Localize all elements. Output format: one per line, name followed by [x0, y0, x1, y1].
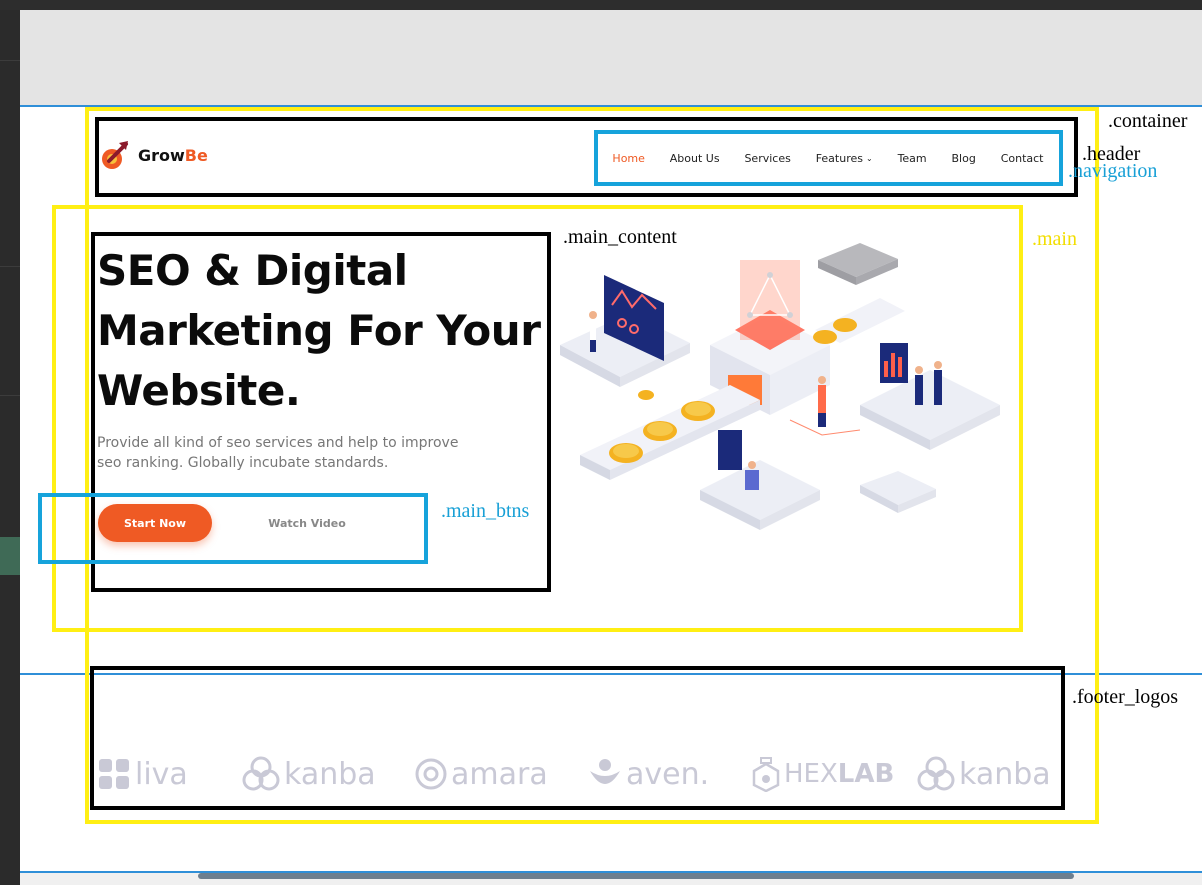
leaf-squares-icon [99, 759, 129, 789]
hero-title-line-3: Website. [97, 366, 301, 415]
gutter-divider [0, 266, 20, 267]
nav-item-about-us[interactable]: About Us [670, 152, 720, 165]
hero-title-line-1: SEO & Digital [97, 246, 408, 295]
scrollbar-thumb[interactable] [198, 873, 1074, 879]
nav-item-blog[interactable]: Blog [952, 152, 976, 165]
hero-title-line-2: Marketing For Your [97, 306, 541, 355]
hero-description: Provide all kind of seo services and hel… [97, 433, 497, 473]
main-btns-outline [38, 493, 428, 564]
start-now-button[interactable]: Start Now [98, 504, 212, 542]
rings-icon [242, 756, 280, 791]
footer-logo-kanba: kanba [242, 752, 376, 796]
footer-logo-aven: aven. [588, 752, 709, 796]
nav-item-contact[interactable]: Contact [1001, 152, 1044, 165]
brand-name: GrowBe [138, 145, 208, 165]
footer-logo-amara: amara [415, 752, 548, 796]
label-main-btns: .main_btns [441, 500, 530, 522]
gutter-highlight [0, 537, 20, 575]
footer-logo-text: amara [451, 756, 548, 792]
hero-description-line-2: seo ranking. Globally incubate standards… [97, 455, 389, 471]
footer-logo-text: kanba [284, 756, 376, 792]
label-navigation: .navigation [1068, 160, 1158, 182]
hero-description-line-1: Provide all kind of seo services and hel… [97, 435, 459, 451]
editor-left-gutter [0, 10, 20, 885]
gutter-divider [0, 60, 20, 61]
main-navigation: Home About Us Services Features ⌄ Team Bl… [600, 136, 1056, 180]
nav-item-services[interactable]: Services [744, 152, 790, 165]
label-footer-logos: .footer_logos [1072, 686, 1179, 708]
editor-top-bar [0, 0, 1202, 10]
nav-item-home[interactable]: Home [612, 152, 644, 165]
footer-logo-hexlab: HEXLAB [752, 752, 894, 796]
footer-logo-liva: liva [97, 752, 188, 796]
watch-video-button[interactable]: Watch Video [252, 504, 362, 542]
page-top-margin [20, 10, 1202, 106]
rocket-arrow-icon [102, 141, 128, 169]
nav-item-features[interactable]: Features ⌄ [816, 152, 873, 165]
person-bowl-icon [590, 759, 620, 784]
footer-logo-text: aven. [626, 756, 710, 792]
footer-logo-text: HEXLAB [784, 759, 895, 789]
flask-icon [752, 757, 780, 792]
nav-item-team[interactable]: Team [898, 152, 927, 165]
footer-logo-text: liva [135, 756, 188, 792]
nav-item-features-label: Features [815, 151, 863, 165]
chevron-down-icon: ⌄ [866, 153, 873, 163]
footer-logo-kanba-2: kanba [917, 752, 1051, 796]
label-main: .main [1032, 228, 1077, 250]
seo-isometric-illustration [560, 243, 1000, 530]
rings-icon [917, 756, 955, 791]
hero-title: SEO & Digital Marketing For Your Website… [97, 241, 547, 421]
horizontal-scrollbar[interactable] [20, 873, 1202, 885]
brand-logo[interactable]: GrowBe [100, 139, 208, 171]
gutter-divider [0, 395, 20, 396]
at-icon [415, 758, 447, 790]
label-container: .container [1108, 110, 1188, 132]
footer-logo-text: kanba [959, 756, 1051, 792]
